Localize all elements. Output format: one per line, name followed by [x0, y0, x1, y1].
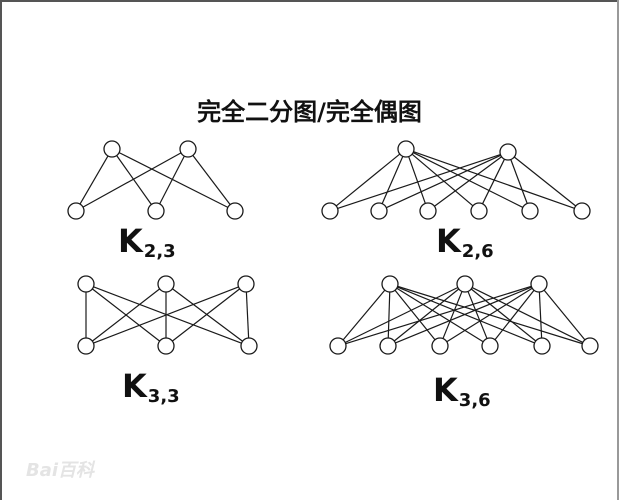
- bottom-vertex: [581, 337, 599, 355]
- graph-k-3-3: K3,3: [77, 275, 258, 407]
- graph-label-letter: K: [433, 371, 459, 409]
- edge: [393, 288, 460, 342]
- bottom-vertex: [573, 202, 591, 220]
- top-vertex: [381, 275, 399, 293]
- graph-k-2-6: K2,6: [321, 140, 591, 262]
- bottom-vertex: [419, 202, 437, 220]
- bottom-vertex: [147, 202, 165, 220]
- graph-label: K3,6: [433, 371, 491, 411]
- graph-k-2-3: K2,3: [67, 140, 244, 262]
- edge: [442, 291, 463, 339]
- bottom-vertex: [157, 337, 175, 355]
- edge: [470, 288, 537, 342]
- edge: [342, 289, 386, 341]
- top-vertex: [103, 140, 121, 158]
- baidu-watermark: Bai百科: [26, 460, 95, 481]
- edge: [467, 291, 488, 339]
- graph-label-letter: K: [122, 367, 148, 405]
- graph-label-subscript: 3,3: [148, 386, 180, 407]
- graph-label: K2,3: [118, 222, 176, 262]
- bottom-vertex: [533, 337, 551, 355]
- edge: [513, 156, 577, 207]
- graph-label-letter: K: [436, 222, 462, 260]
- bottom-vertex: [431, 337, 449, 355]
- graph-label-letter: K: [118, 222, 144, 260]
- edge: [337, 153, 501, 210]
- graph-label-subscript: 3,6: [459, 390, 491, 411]
- bottom-vertex: [481, 337, 499, 355]
- bottom-vertex: [77, 337, 95, 355]
- edge: [116, 155, 152, 205]
- edge: [82, 152, 182, 208]
- bottom-vertex: [470, 202, 488, 220]
- bottom-vertex: [226, 202, 244, 220]
- top-vertex: [397, 140, 415, 158]
- graph-label: K2,6: [436, 222, 494, 262]
- edge: [79, 155, 109, 205]
- bottom-vertex: [379, 337, 397, 355]
- top-vertex: [157, 275, 175, 293]
- edge: [381, 156, 404, 204]
- edge: [192, 155, 231, 205]
- edge: [543, 289, 586, 341]
- bipartite-graphs-diagram: K2,3 K2,6K3,3 K3,6: [67, 140, 599, 411]
- graph-label-subscript: 2,3: [144, 241, 176, 262]
- graph-label: K3,3: [122, 367, 180, 407]
- bottom-vertex: [67, 202, 85, 220]
- edge: [387, 291, 391, 339]
- bottom-vertex: [370, 202, 388, 220]
- bottom-vertex: [329, 337, 347, 355]
- top-vertex: [499, 143, 517, 161]
- graph-k-3-6: K3,6: [329, 275, 599, 411]
- bottom-vertex: [240, 337, 258, 355]
- edge: [245, 291, 250, 339]
- bottom-vertex: [521, 202, 539, 220]
- graph-label-subscript: 2,6: [462, 241, 494, 262]
- bottom-vertex: [321, 202, 339, 220]
- top-vertex: [179, 140, 197, 158]
- edge: [395, 286, 532, 344]
- top-vertex: [530, 275, 548, 293]
- top-vertex: [77, 275, 95, 293]
- top-vertex: [456, 275, 474, 293]
- top-vertex: [237, 275, 255, 293]
- edge: [412, 152, 524, 208]
